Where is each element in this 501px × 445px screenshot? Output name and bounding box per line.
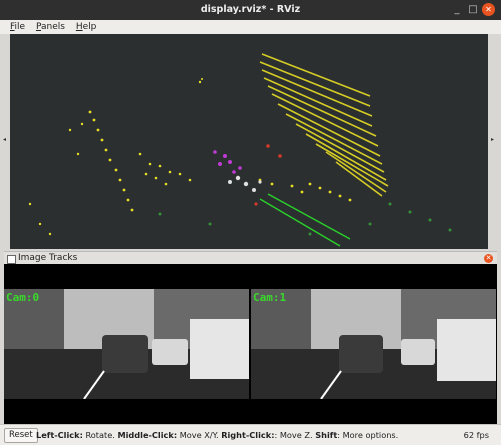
window-titlebar: display.rviz* - RViz _ □ ✕ [0, 0, 501, 20]
undock-icon[interactable] [7, 255, 16, 264]
camera-0-scene [4, 289, 249, 399]
point-cloud [28, 53, 452, 247]
image-tracks-title: Image Tracks [18, 253, 78, 263]
camera-0-image: Cam:0 [4, 289, 249, 399]
panel-close-icon[interactable]: ✕ [484, 254, 493, 263]
right-collapse-arrow[interactable]: ▸ [491, 136, 494, 143]
camera-0-label: Cam:0 [6, 291, 40, 304]
menu-file[interactable]: File [10, 20, 25, 34]
camera-1-image: Cam:1 [251, 289, 496, 399]
menu-panels[interactable]: Panels [36, 20, 65, 34]
minimize-icon[interactable]: _ [450, 3, 464, 17]
image-tracks-view: Cam:0 Cam:1 [4, 264, 497, 424]
image-tracks-header: Image Tracks ✕ [4, 251, 497, 265]
mouse-help-text: Left-Click: Rotate. Middle-Click: Move X… [36, 430, 399, 440]
fps-readout: 62 fps [463, 430, 489, 440]
reset-button[interactable]: Reset [4, 428, 38, 443]
menubar: File Panels Help [0, 20, 501, 34]
menu-help[interactable]: Help [76, 20, 97, 34]
close-icon[interactable]: ✕ [482, 3, 495, 16]
window-title: display.rviz* - RViz [200, 4, 301, 15]
maximize-icon[interactable]: □ [466, 3, 480, 17]
left-collapse-arrow[interactable]: ◂ [3, 136, 6, 143]
status-bar: Reset Left-Click: Rotate. Middle-Click: … [0, 424, 501, 445]
3d-view[interactable] [10, 34, 488, 249]
camera-1-scene [251, 289, 496, 399]
camera-1-label: Cam:1 [253, 291, 287, 304]
